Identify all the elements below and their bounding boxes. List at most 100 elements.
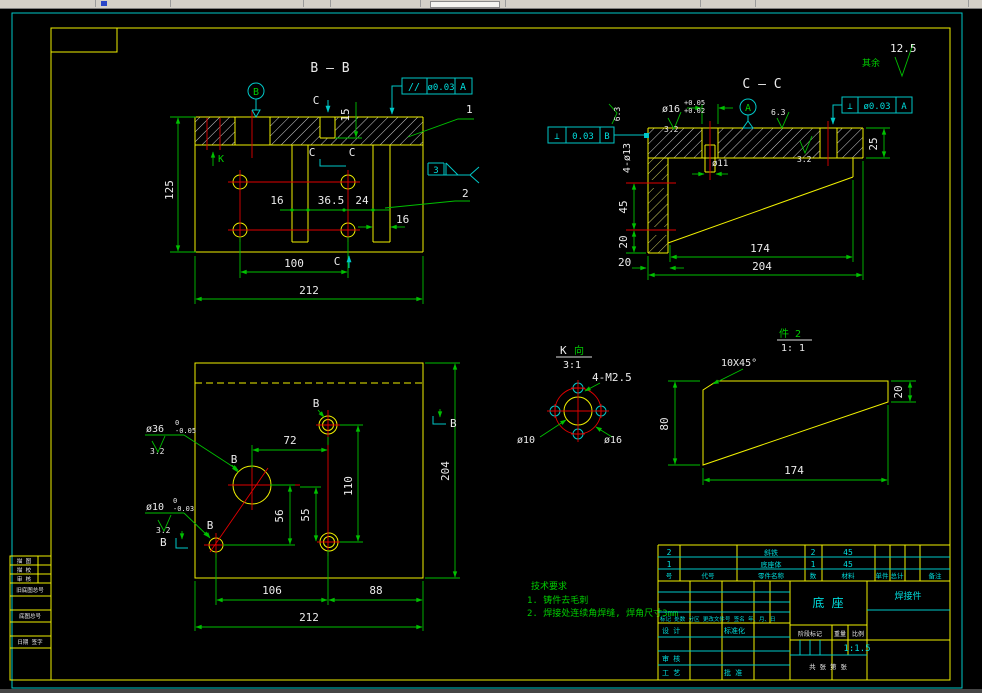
bom-row2-material: 45 xyxy=(843,560,853,569)
bb-dim-125: 125 xyxy=(163,180,176,200)
bb-fcf-symbol: // xyxy=(408,82,420,93)
part2-chamfer: 10X45° xyxy=(721,358,757,369)
part2-dim-80: 80 xyxy=(658,417,671,430)
bom-header-no: 号 xyxy=(666,572,673,580)
bom-header-code: 代号 xyxy=(702,571,716,580)
bb-datum-b: B xyxy=(253,87,259,98)
tb-type-label: 焊接件 xyxy=(894,590,921,602)
toolbar-icon[interactable] xyxy=(101,1,107,6)
k-dim-d10: ø10 xyxy=(517,435,535,446)
bom-header-unit: 单件 xyxy=(876,571,890,580)
tb-review: 审 核 xyxy=(662,654,680,663)
tb-scale-value: 1:1.5 xyxy=(843,644,870,654)
bb-item-1: 1 xyxy=(466,103,473,116)
plan-b-circle: B xyxy=(231,453,238,466)
part2-scale: 1: 1 xyxy=(781,343,805,354)
tb-sheet-info: 共 张 第 张 xyxy=(809,662,847,671)
cc-ra-32a: 3.2 xyxy=(664,125,679,134)
k-view-scale: 3:1 xyxy=(563,360,581,371)
bb-dim-15: 15 xyxy=(339,108,352,121)
bb-dim-16b: 16 xyxy=(396,213,409,226)
bb-c-bottom: C xyxy=(334,255,341,268)
surface-note-value: 12.5 xyxy=(890,42,917,55)
tb-design: 设 计 xyxy=(662,626,680,635)
cc-ra-63a: 6.3 xyxy=(613,107,622,122)
bom-row2-no: 1 xyxy=(667,560,672,569)
bom-row2-qty: 1 xyxy=(811,560,816,569)
cc-fcfr-tol: ø0.03 xyxy=(863,102,890,112)
bb-dim-16a: 16 xyxy=(270,194,283,207)
cad-window: 描 图 描 校 审 核 旧底图总号 底图总号 日期 签字 B — B B K C… xyxy=(0,0,982,693)
plan-b-left: B xyxy=(160,536,167,549)
bom-header-material: 材料 xyxy=(842,571,856,580)
left-strip-row2: 描 校 xyxy=(17,566,32,574)
tb-weight-label: 重量 xyxy=(834,630,846,638)
cc-title: C — C xyxy=(742,77,781,92)
tech-req-title: 技术要求 xyxy=(531,580,567,592)
tb-approve: 批 准 xyxy=(724,668,742,677)
cc-dim-204: 204 xyxy=(752,260,772,273)
plan-dim-56: 56 xyxy=(273,509,286,522)
plan-dim-72: 72 xyxy=(283,434,296,447)
plan-ra-32b: 3.2 xyxy=(156,526,171,535)
plan-dim-d36: ø36 xyxy=(146,424,164,435)
plan-dim-d10-sub: -0.03 xyxy=(173,505,194,513)
part2-dim-20: 20 xyxy=(892,385,905,398)
cc-fcfl-datum: B xyxy=(604,132,609,142)
plan-dim-d36-sup: 0 xyxy=(175,419,179,427)
k-view-letter: K xyxy=(560,344,567,357)
cc-dim-d11: ø11 xyxy=(712,159,728,169)
plan-ra-32a: 3.2 xyxy=(150,447,165,456)
drawing-canvas[interactable]: 描 图 描 校 审 核 旧底图总号 底图总号 日期 签字 B — B B K C… xyxy=(0,0,982,693)
bom-header-total: 总计 xyxy=(891,571,905,580)
bom-row1-name: 斜铁 xyxy=(764,548,778,557)
cc-dim-d16: ø16 xyxy=(662,104,680,115)
bom-row1-no: 2 xyxy=(667,548,672,557)
bom-header-note: 备注 xyxy=(929,571,943,580)
bb-fcf-tol: ø0.03 xyxy=(427,83,454,93)
tb-part-name: 底 座 xyxy=(812,595,843,610)
bom-header-name: 零件名称 xyxy=(758,571,785,580)
bom-header-qty: 数 xyxy=(810,571,817,580)
cc-dim-20a: 20 xyxy=(617,235,630,248)
cc-dim-d16-sub: +0.02 xyxy=(684,107,705,115)
left-strip-row1: 描 图 xyxy=(17,557,32,565)
bb-c-mid-right: C xyxy=(349,146,356,159)
plan-dim-d10-sup: 0 xyxy=(173,497,177,505)
tech-req-line1: 1. 铸件去毛刺 xyxy=(527,594,588,606)
cc-datum-a: A xyxy=(745,103,751,114)
app-toolbar[interactable] xyxy=(0,0,982,9)
tb-scale-label: 比例 xyxy=(852,630,864,638)
toolbar-field[interactable] xyxy=(430,1,500,8)
left-strip-row5: 底图总号 xyxy=(19,612,42,620)
bb-dim-212: 212 xyxy=(299,284,319,297)
plan-dim-d36-sub: -0.05 xyxy=(175,427,196,435)
bb-fcf-datum: A xyxy=(460,82,466,93)
left-strip-row3: 审 核 xyxy=(17,575,32,583)
bom-row1-material: 45 xyxy=(843,548,853,557)
plan-dim-d10: ø10 xyxy=(146,502,164,513)
cc-ra-32b: 3.2 xyxy=(797,155,812,164)
tb-craft: 工 艺 xyxy=(662,669,680,677)
bb-dim-24: 24 xyxy=(355,194,369,207)
k-view-direction: 向 xyxy=(574,344,584,357)
tech-req-line2: 2. 焊接处连续角焊缝, 焊角尺寸3mm xyxy=(527,607,678,619)
cc-dim-45: 45 xyxy=(617,200,630,213)
plan-b-right: B xyxy=(450,417,457,430)
plan-dim-212: 212 xyxy=(299,611,319,624)
left-strip-row4: 旧底图总号 xyxy=(16,586,44,594)
k-thread-label: 4-M2.5 xyxy=(592,371,632,384)
plan-b-small: B xyxy=(207,519,214,532)
cc-fcfr-symbol: ⊥ xyxy=(847,102,853,112)
tb-standardization: 标准化 xyxy=(724,626,745,635)
k-dim-d16: ø16 xyxy=(604,435,622,446)
part2-dim-174: 174 xyxy=(784,464,804,477)
bb-dim-100: 100 xyxy=(284,257,304,270)
plan-dim-110: 110 xyxy=(342,476,355,496)
tb-stage-label: 阶段标记 xyxy=(798,630,822,638)
cc-dim-20b: 20 xyxy=(618,256,631,269)
cc-dim-174: 174 xyxy=(750,242,770,255)
cc-fcfl-symbol: ⊥ xyxy=(554,132,560,142)
cc-dim-25: 25 xyxy=(867,137,880,150)
part2-title: 件 2 xyxy=(779,328,801,340)
